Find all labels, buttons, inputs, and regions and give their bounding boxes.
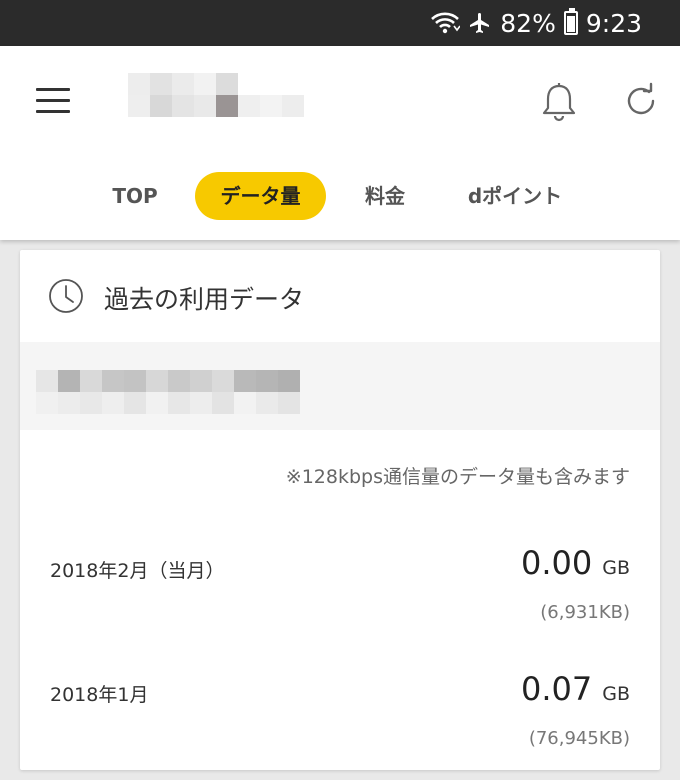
- app-header: TOP データ量 料金 dポイント: [0, 46, 680, 240]
- refresh-icon[interactable]: [622, 82, 660, 120]
- usage-value-previous: 0.07 GB: [521, 670, 630, 708]
- tab-d-point[interactable]: dポイント: [454, 172, 576, 220]
- tab-top[interactable]: TOP: [100, 172, 170, 220]
- clock-time: 9:23: [585, 8, 642, 38]
- card-title: 過去の利用データ: [104, 285, 305, 314]
- status-bar: 82% 9:23: [0, 0, 680, 46]
- battery-percentage: 82%: [500, 8, 556, 38]
- tab-bar: TOP データ量 料金 dポイント: [0, 172, 680, 220]
- usage-kb-previous: (76,945KB): [528, 728, 630, 749]
- blurred-line-info: [20, 342, 660, 430]
- blurred-phone-number: [36, 370, 300, 414]
- usage-value-current: 0.00 GB: [521, 544, 630, 582]
- bell-icon[interactable]: [540, 82, 578, 122]
- clock-icon: [49, 279, 83, 313]
- usage-amount: 0.07: [520, 670, 593, 708]
- usage-kb-current: (6,931KB): [540, 602, 630, 623]
- usage-unit: GB: [602, 683, 630, 705]
- card-header: 過去の利用データ: [20, 250, 660, 342]
- tab-fee[interactable]: 料金: [352, 172, 418, 220]
- past-usage-card: 過去の利用データ ※128kbps通信量のデータ量も含みます 2018年2月（当…: [20, 250, 660, 770]
- tab-data-usage[interactable]: データ量: [195, 172, 326, 220]
- status-icons: 82% 9:23: [430, 0, 642, 46]
- blurred-account-name: [128, 73, 304, 117]
- month-label-previous: 2018年1月: [50, 684, 149, 706]
- wifi-icon: [430, 11, 461, 35]
- usage-amount: 0.00: [520, 544, 593, 582]
- hamburger-menu-icon[interactable]: [36, 88, 70, 116]
- data-note: ※128kbps通信量のデータ量も含みます: [285, 466, 630, 488]
- battery-icon: [563, 8, 578, 35]
- month-label-current: 2018年2月（当月）: [50, 560, 225, 582]
- usage-unit: GB: [602, 557, 630, 579]
- airplane-icon: [468, 11, 492, 35]
